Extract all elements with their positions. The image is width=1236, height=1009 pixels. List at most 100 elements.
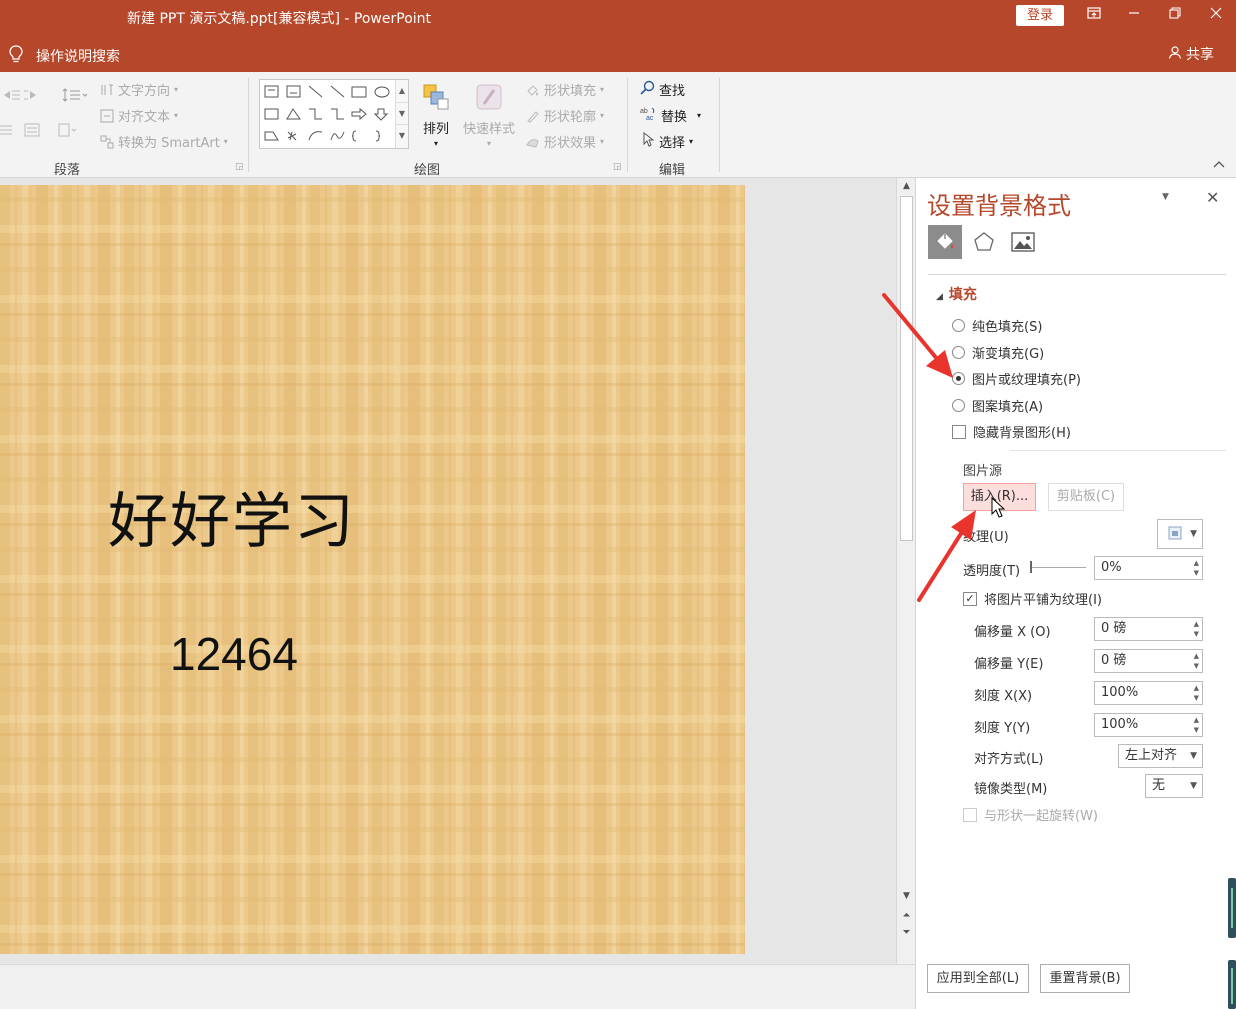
shapes-gallery[interactable]: ▲ ▼ ▼: [259, 79, 409, 149]
scale-x-label: 刻度 X(X): [974, 689, 1033, 704]
shape-effects-button[interactable]: 形状效果 ▾: [525, 132, 604, 151]
pattern-fill-option[interactable]: 图案填充(A): [952, 396, 1043, 415]
pane-scrollbar[interactable]: [1227, 878, 1236, 1009]
scale-y-input[interactable]: 100% ▲ ▼: [1094, 713, 1203, 737]
close-window-icon[interactable]: [1201, 4, 1231, 26]
fill-section-header[interactable]: ◢ 填充: [936, 284, 977, 304]
divider: [1010, 450, 1226, 451]
select-button[interactable]: 选择 ▾: [642, 131, 693, 151]
text-direction-button[interactable]: 文字方向 ▾: [100, 80, 178, 99]
shape-outline-button[interactable]: 形状轮廓 ▾: [525, 106, 604, 125]
insert-picture-button[interactable]: 插入(R)...: [963, 483, 1036, 511]
slide-title[interactable]: 好好学习: [108, 473, 356, 560]
tile-as-texture-label: 将图片平铺为纹理(I): [984, 593, 1102, 608]
collapse-ribbon-icon[interactable]: [1213, 160, 1225, 171]
tell-me-search[interactable]: 操作说明搜索: [8, 44, 120, 68]
chevron-down-icon: ▾: [600, 85, 605, 94]
line-spacing-icon[interactable]: [62, 88, 88, 102]
justify-icon[interactable]: [0, 123, 46, 137]
convert-smartart-button[interactable]: 转换为 SmartArt ▾: [100, 132, 228, 151]
radio-button[interactable]: [952, 399, 965, 412]
fill-bucket-icon[interactable]: [928, 225, 962, 259]
scroll-up-icon[interactable]: ▲: [396, 80, 408, 102]
slide-subtitle[interactable]: 12464: [170, 627, 298, 681]
spinner-arrows-icon[interactable]: ▲ ▼: [1194, 619, 1199, 639]
offset-x-input[interactable]: 0 磅 ▲ ▼: [1094, 617, 1203, 641]
picture-texture-fill-option[interactable]: 图片或纹理填充(P): [952, 369, 1081, 388]
minimize-icon[interactable]: [1119, 4, 1149, 26]
share-button[interactable]: 共享: [1168, 44, 1214, 64]
hide-background-graphics-option[interactable]: 隐藏背景图形(H): [952, 422, 1071, 441]
checkbox-checked[interactable]: ✓: [963, 591, 977, 606]
chevron-down-icon: ▾: [174, 85, 179, 94]
scroll-down-icon[interactable]: ▼: [897, 891, 916, 901]
restore-icon[interactable]: [1160, 4, 1190, 26]
transparency-value: 0%: [1101, 560, 1122, 575]
chevron-down-icon: ▼: [1190, 751, 1197, 761]
slide-vertical-scrollbar[interactable]: ▲ ▼ ⏶ ⏷: [896, 178, 915, 964]
radio-button-selected[interactable]: [952, 372, 965, 385]
cursor-icon: [642, 131, 655, 151]
dialog-launcher-icon[interactable]: ◲: [613, 162, 622, 172]
chevron-down-icon: ▾: [697, 111, 702, 120]
person-icon: [1168, 45, 1182, 63]
scroll-up-icon[interactable]: ▲: [897, 181, 916, 191]
offset-y-value: 0 磅: [1101, 653, 1127, 668]
checkbox-disabled[interactable]: [963, 807, 977, 822]
pane-options-icon[interactable]: ▼: [1162, 192, 1169, 202]
scrollbar-thumb[interactable]: [900, 196, 913, 541]
quick-styles-button[interactable]: 快速样式 ▾: [463, 82, 515, 148]
slide[interactable]: 好好学习 12464: [0, 185, 745, 954]
shape-fill-button[interactable]: 形状填充 ▾: [525, 80, 604, 99]
radio-button[interactable]: [952, 319, 965, 332]
close-icon[interactable]: ✕: [1206, 188, 1219, 207]
reset-background-button[interactable]: 重置背景(B): [1040, 964, 1130, 993]
align-text-label: 对齐文本: [118, 110, 171, 125]
next-slide-icon[interactable]: ⏷: [897, 927, 916, 938]
arrange-icon: [421, 82, 451, 116]
transparency-slider[interactable]: [1030, 567, 1086, 568]
spinner-arrows-icon[interactable]: ▲ ▼: [1194, 558, 1199, 578]
picture-icon[interactable]: [1006, 225, 1040, 259]
offset-y-input[interactable]: 0 磅 ▲ ▼: [1094, 649, 1203, 673]
scale-x-input[interactable]: 100% ▲ ▼: [1094, 681, 1203, 705]
solid-fill-option[interactable]: 纯色填充(S): [952, 316, 1042, 335]
login-button[interactable]: 登录: [1016, 5, 1064, 26]
gradient-fill-label: 渐变填充(G): [972, 347, 1045, 362]
clipboard-button[interactable]: 剪贴板(C): [1048, 483, 1124, 511]
slider-thumb[interactable]: [1030, 561, 1032, 573]
spinner-arrows-icon[interactable]: ▲ ▼: [1194, 683, 1199, 703]
decrease-indent-icon[interactable]: [2, 88, 42, 102]
find-button[interactable]: 查找: [640, 80, 685, 99]
transparency-input[interactable]: 0% ▲ ▼: [1094, 556, 1203, 580]
arrange-button[interactable]: 排列 ▾: [421, 82, 451, 148]
more-shapes-icon[interactable]: ▼: [396, 124, 408, 146]
solid-fill-label: 纯色填充(S): [972, 320, 1043, 335]
ribbon-display-options-icon[interactable]: [1079, 4, 1109, 26]
rotate-with-shape-option[interactable]: 与形状一起旋转(W): [963, 805, 1098, 824]
gallery-scroll[interactable]: ▲ ▼ ▼: [395, 80, 408, 148]
hide-background-graphics-label: 隐藏背景图形(H): [973, 426, 1071, 441]
spinner-arrows-icon[interactable]: ▲ ▼: [1194, 715, 1199, 735]
transparency-label: 透明度(T): [963, 564, 1021, 579]
gradient-fill-option[interactable]: 渐变填充(G): [952, 343, 1044, 362]
effects-pentagon-icon[interactable]: [967, 225, 1001, 259]
apply-to-all-button[interactable]: 应用到全部(L): [927, 964, 1029, 993]
chevron-down-icon: ▾: [487, 139, 492, 148]
share-label: 共享: [1186, 47, 1214, 63]
align-text-button[interactable]: 对齐文本 ▾: [100, 106, 178, 125]
rotate-with-shape-label: 与形状一起旋转(W): [984, 809, 1098, 824]
tile-as-texture-option[interactable]: ✓ 将图片平铺为纹理(I): [963, 589, 1102, 608]
radio-button[interactable]: [952, 346, 965, 359]
previous-slide-icon[interactable]: ⏶: [897, 910, 916, 921]
offset-y-label: 偏移量 Y(E): [974, 657, 1044, 672]
replace-button[interactable]: ab ac 替换 ▾: [640, 106, 701, 125]
checkbox[interactable]: [952, 424, 966, 439]
columns-icon[interactable]: [58, 123, 78, 137]
dialog-launcher-icon[interactable]: ◲: [235, 162, 244, 172]
alignment-dropdown[interactable]: 左上对齐 ▼: [1118, 744, 1203, 768]
texture-dropdown[interactable]: ▼: [1157, 519, 1203, 549]
scroll-down-icon[interactable]: ▼: [396, 102, 408, 124]
spinner-arrows-icon[interactable]: ▲ ▼: [1194, 651, 1199, 671]
mirror-type-dropdown[interactable]: 无 ▼: [1145, 774, 1203, 798]
